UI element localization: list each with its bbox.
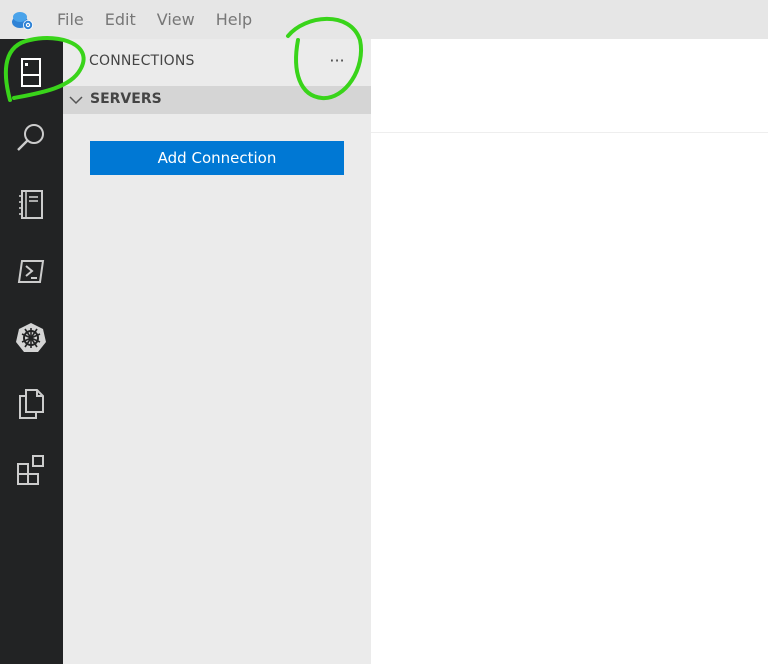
connections-sidebar: CONNECTIONS ··· SERVERS Add Connection xyxy=(63,39,371,664)
activity-bar xyxy=(0,39,63,664)
activity-notebooks[interactable] xyxy=(10,184,52,226)
menu-help[interactable]: Help xyxy=(216,10,252,29)
activity-extensions[interactable] xyxy=(10,449,52,491)
search-icon xyxy=(17,124,44,151)
extensions-icon xyxy=(17,455,44,485)
title-bar: File Edit View Help xyxy=(0,0,768,39)
menu-file[interactable]: File xyxy=(57,10,84,29)
menu-edit[interactable]: Edit xyxy=(105,10,136,29)
terminal-icon xyxy=(17,260,45,283)
editor-divider xyxy=(371,132,768,133)
section-title: SERVERS xyxy=(90,91,162,107)
add-connection-button[interactable]: Add Connection xyxy=(90,141,344,175)
more-actions-button[interactable]: ··· xyxy=(325,47,349,75)
servers-section-header[interactable]: SERVERS xyxy=(63,86,371,114)
activity-explorer[interactable] xyxy=(10,383,52,425)
sidebar-title: CONNECTIONS xyxy=(89,53,195,69)
activity-kubernetes[interactable] xyxy=(10,317,52,359)
activity-connections[interactable] xyxy=(10,51,52,93)
activity-search[interactable] xyxy=(10,117,52,159)
menu-bar: File Edit View Help xyxy=(57,0,273,39)
connections-icon xyxy=(21,58,41,87)
copy-icon xyxy=(19,389,44,419)
kubernetes-icon xyxy=(16,323,46,352)
chevron-down-icon xyxy=(69,96,83,105)
app-logo-icon xyxy=(12,12,33,30)
activity-terminal[interactable] xyxy=(10,250,52,292)
menu-view[interactable]: View xyxy=(157,10,195,29)
notebook-icon xyxy=(19,190,43,219)
